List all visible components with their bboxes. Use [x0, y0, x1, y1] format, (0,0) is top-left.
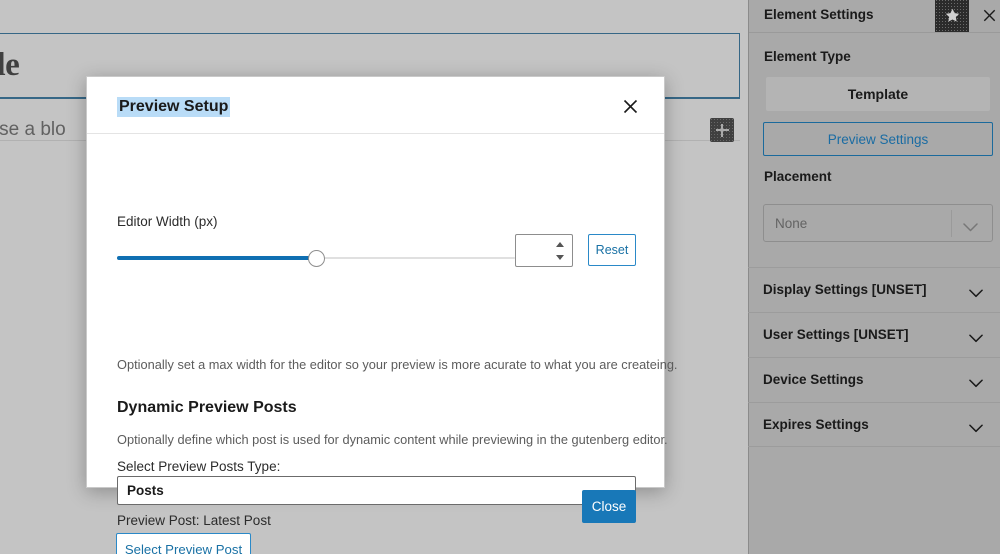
dynamic-preview-posts-heading: Dynamic Preview Posts: [117, 399, 297, 417]
accordion-item[interactable]: Expires Settings: [748, 402, 1000, 447]
slider-thumb[interactable]: [308, 250, 325, 267]
quantity-stepper[interactable]: [554, 242, 566, 260]
tab-preview-settings[interactable]: Preview Settings: [763, 122, 993, 156]
accordion-item-label: User Settings [UNSET]: [763, 327, 909, 342]
modal-title: Preview Setup: [117, 97, 230, 117]
dynamic-preview-posts-description: Optionally define which post is used for…: [117, 432, 668, 447]
preview-posts-type-select[interactable]: Posts: [117, 476, 636, 505]
app-root: tle oose a blo Preview Setup Editor Widt…: [0, 0, 1000, 554]
placement-value: None: [775, 216, 807, 231]
select-divider: [951, 210, 952, 237]
placement-label: Placement: [764, 169, 832, 184]
reset-button[interactable]: Reset: [588, 234, 636, 266]
element-type-label: Element Type: [764, 49, 851, 64]
editor-width-label: Editor Width (px): [117, 214, 218, 229]
settings-accordion: Display Settings [UNSET] User Settings [U…: [748, 267, 1000, 447]
tab-template[interactable]: Template: [766, 77, 990, 111]
accordion-item[interactable]: Display Settings [UNSET]: [748, 267, 1000, 312]
accordion-item[interactable]: Device Settings: [748, 357, 1000, 402]
chevron-down-icon[interactable]: [969, 285, 983, 303]
placement-select[interactable]: None: [763, 204, 993, 242]
chevron-down-icon[interactable]: [969, 375, 983, 393]
editor-width-helper-text: Optionally set a max width for the edito…: [117, 357, 678, 372]
chevron-down-icon[interactable]: [556, 255, 564, 260]
accordion-item[interactable]: User Settings [UNSET]: [748, 312, 1000, 357]
close-icon[interactable]: [619, 95, 641, 117]
sidebar-header: Element Settings: [749, 0, 1000, 33]
chevron-up-icon[interactable]: [556, 242, 564, 247]
accordion-item-label: Expires Settings: [763, 417, 869, 432]
chevron-down-icon: [963, 219, 978, 237]
preview-setup-modal: Preview Setup Editor Width (px): [86, 76, 665, 488]
star-icon[interactable]: [935, 0, 969, 32]
modal-header: Preview Setup: [87, 77, 664, 134]
editor-width-input[interactable]: [515, 234, 573, 267]
preview-post-status: Preview Post: Latest Post: [117, 513, 271, 528]
accordion-item-label: Display Settings [UNSET]: [763, 282, 927, 297]
sidebar-title: Element Settings: [764, 7, 874, 22]
chevron-down-icon[interactable]: [969, 330, 983, 348]
editor-width-row: Reset: [117, 234, 636, 276]
chevron-down-icon[interactable]: [969, 420, 983, 438]
editor-width-slider[interactable]: [117, 250, 515, 266]
close-button[interactable]: Close: [582, 490, 636, 523]
select-preview-post-button[interactable]: Select Preview Post: [116, 533, 251, 554]
select-preview-posts-type-label: Select Preview Posts Type:: [117, 459, 280, 474]
accordion-item-label: Device Settings: [763, 372, 864, 387]
slider-fill: [117, 256, 316, 260]
close-icon[interactable]: [980, 6, 998, 24]
preview-posts-type-value: Posts: [127, 483, 164, 498]
